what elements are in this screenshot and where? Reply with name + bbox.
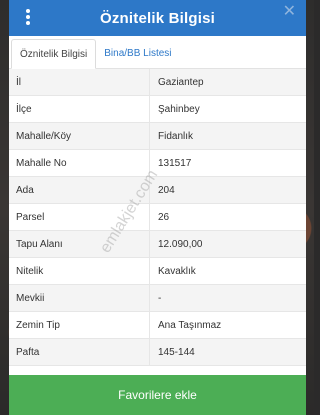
tab-building-list[interactable]: Bina/BB Listesi bbox=[96, 38, 179, 68]
table-row: Mevkii - bbox=[9, 285, 306, 312]
attribute-value: 12.090,00 bbox=[158, 238, 203, 250]
attribute-value: Gaziantep bbox=[158, 76, 204, 88]
add-to-favorites-button[interactable]: Favorilere ekle bbox=[9, 375, 306, 415]
table-row: Nitelik Kavaklık bbox=[9, 258, 306, 285]
attribute-label: İlçe bbox=[9, 96, 150, 122]
attribute-value: Fidanlık bbox=[158, 130, 194, 142]
table-row: İlçe Şahinbey bbox=[9, 96, 306, 123]
attribute-dialog: Öznitelik Bilgisi ✕ Öznitelik Bilgisi Bi… bbox=[9, 0, 306, 415]
attribute-value: Şahinbey bbox=[158, 103, 200, 115]
attribute-value: Kavaklık bbox=[158, 265, 196, 277]
attribute-value: Ana Taşınmaz bbox=[158, 319, 222, 331]
attribute-value: 204 bbox=[158, 184, 175, 196]
table-row: Pafta 145-144 bbox=[9, 339, 306, 366]
close-icon[interactable]: ✕ bbox=[283, 4, 296, 20]
attribute-label: Zemin Tip bbox=[9, 312, 150, 338]
table-row: Parsel 26 bbox=[9, 204, 306, 231]
attribute-label: Tapu Alanı bbox=[9, 231, 150, 257]
attribute-label: Mevkii bbox=[9, 285, 150, 311]
table-row: Zemin Tip Ana Taşınmaz bbox=[9, 312, 306, 339]
attribute-value: 131517 bbox=[158, 157, 192, 169]
attribute-label: Nitelik bbox=[9, 258, 150, 284]
tab-attribute-info[interactable]: Öznitelik Bilgisi bbox=[11, 39, 97, 69]
attribute-value: 26 bbox=[158, 211, 170, 223]
more-vertical-icon[interactable] bbox=[25, 9, 31, 25]
dialog-header: Öznitelik Bilgisi ✕ bbox=[9, 0, 306, 36]
attribute-label: Mahalle No bbox=[9, 150, 150, 176]
attribute-label: Mahalle/Köy bbox=[9, 123, 150, 149]
attribute-label: İl bbox=[9, 69, 150, 95]
attribute-value: 145-144 bbox=[158, 346, 195, 358]
table-row: Mahalle/Köy Fidanlık bbox=[9, 123, 306, 150]
table-row: İl Gaziantep bbox=[9, 69, 306, 96]
table-row: Mahalle No 131517 bbox=[9, 150, 306, 177]
attribute-label: Pafta bbox=[9, 339, 150, 365]
attribute-table: İl Gaziantep İlçe Şahinbey Mahalle/Köy F… bbox=[9, 69, 306, 375]
table-row: Ada 204 bbox=[9, 177, 306, 204]
dialog-title: Öznitelik Bilgisi bbox=[99, 9, 216, 27]
table-row: Tapu Alanı 12.090,00 bbox=[9, 231, 306, 258]
tab-bar: Öznitelik Bilgisi Bina/BB Listesi bbox=[9, 36, 306, 69]
attribute-label: Parsel bbox=[9, 204, 150, 230]
attribute-value: - bbox=[158, 292, 162, 304]
attribute-label: Ada bbox=[9, 177, 150, 203]
